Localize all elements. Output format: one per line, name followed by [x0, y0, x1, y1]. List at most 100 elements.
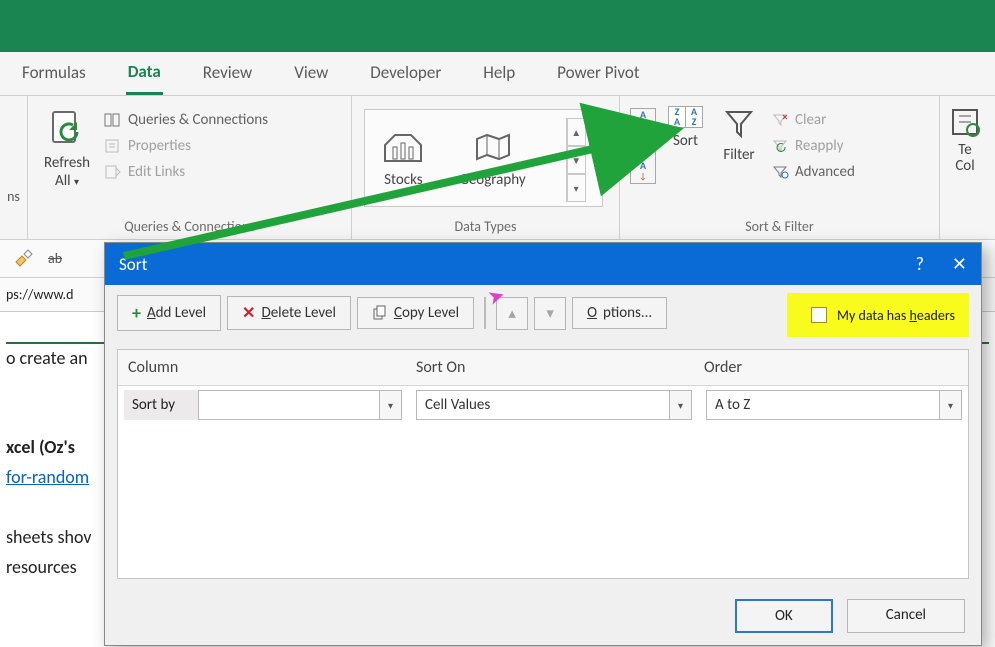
text-to-cols-line2: Col	[955, 157, 974, 175]
clear-icon	[771, 113, 789, 127]
chevron-down-icon: ▾	[546, 304, 554, 323]
dialog-title: Sort	[119, 254, 147, 275]
group-sortfilter-label: Sort & Filter	[630, 214, 929, 237]
clear-button[interactable]: Clear	[767, 108, 859, 132]
headers-highlight: My data has headers	[787, 293, 969, 337]
refresh-icon	[45, 106, 89, 150]
queries-connections-label: Queries & Connections	[128, 111, 268, 129]
separator	[484, 297, 486, 329]
tab-powerpivot[interactable]: Power Pivot	[555, 54, 641, 93]
text-to-columns-icon	[949, 106, 981, 138]
copy-icon	[372, 305, 388, 321]
group-datatypes-label: Data Types	[362, 214, 609, 237]
datatypes-gallery[interactable]: Stocks Geography ▲ ▼ ▾	[364, 109, 602, 207]
tab-review[interactable]: Review	[201, 54, 254, 93]
order-combo[interactable]: A to Z ▾	[706, 390, 962, 420]
cell-link[interactable]: for-random	[6, 466, 89, 488]
plus-icon: +	[132, 302, 141, 324]
advanced-label: Advanced	[795, 163, 855, 181]
clear-label: Clear	[795, 111, 826, 129]
gallery-down-button[interactable]: ▼	[567, 146, 586, 174]
reapply-label: Reapply	[795, 137, 844, 155]
formula-text: ps://www.d	[6, 286, 73, 303]
dialog-titlebar[interactable]: Sort ? ✕	[105, 243, 981, 285]
filter-label: Filter	[723, 146, 754, 164]
x-icon: ✕	[242, 303, 255, 323]
tab-data[interactable]: Data	[126, 53, 163, 95]
move-down-button[interactable]: ▾	[534, 297, 566, 330]
ribbon: ns Refresh All ▾	[0, 96, 995, 240]
gallery-more-button[interactable]: ▾	[567, 174, 586, 202]
tab-help[interactable]: Help	[481, 54, 517, 93]
sort-button[interactable]: ZA AZ Sort	[662, 102, 709, 154]
filter-button[interactable]: Filter	[715, 102, 763, 168]
properties-icon	[104, 138, 122, 154]
stocks-item[interactable]: Stocks	[381, 131, 425, 189]
edit-links-button[interactable]: Edit Links	[100, 160, 272, 184]
ribbon-group-queries: Refresh All ▾ Queries & Connections Prop…	[28, 96, 352, 239]
sort-label: Sort	[673, 132, 698, 150]
properties-label: Properties	[128, 137, 191, 155]
tab-developer[interactable]: Developer	[368, 54, 443, 93]
tab-formulas[interactable]: Formulas	[20, 54, 88, 93]
tab-view[interactable]: View	[292, 54, 330, 93]
cancel-button[interactable]: Cancel	[847, 599, 965, 633]
app-titlebar	[0, 0, 995, 52]
cell-text-4: resources	[6, 556, 77, 578]
edit-links-label: Edit Links	[128, 163, 185, 181]
chevron-down-icon: ▾	[669, 391, 691, 419]
ribbon-group-sortfilter: AZ ↓ ZA ↓ ZA AZ Sort	[620, 96, 940, 239]
cell-text-2a: xcel (Oz's	[6, 436, 75, 458]
queries-connections-button[interactable]: Queries & Connections	[100, 108, 272, 132]
ribbon-tabs: Formulas Data Review View Developer Help…	[0, 52, 995, 96]
col-header-sorton: Sort On	[406, 350, 694, 385]
reapply-button[interactable]: Reapply	[767, 134, 859, 158]
sort-asc-button[interactable]: AZ ↓	[630, 108, 656, 143]
sortby-label: Sort by	[124, 390, 198, 420]
options-button[interactable]: Options...	[572, 297, 667, 329]
headers-label: My data has headers	[837, 307, 955, 324]
headers-checkbox[interactable]	[811, 307, 827, 323]
cell-text-3: sheets shov	[6, 526, 92, 548]
properties-button[interactable]: Properties	[100, 134, 272, 158]
advanced-button[interactable]: Advanced	[767, 160, 859, 184]
chevron-down-icon: ▾	[939, 391, 961, 419]
group-queries-label: Queries & Connections	[38, 214, 341, 237]
help-icon[interactable]: ?	[916, 253, 924, 275]
sort-icon: ZA AZ	[668, 106, 703, 128]
geography-icon	[471, 131, 515, 165]
dropdown-caret-icon: ▾	[74, 175, 79, 188]
chevron-up-icon: ▴	[508, 304, 516, 323]
sort-desc-button[interactable]: ZA ↓	[630, 149, 656, 184]
ribbon-group-textcolumns: Te Col	[940, 96, 990, 239]
sortby-combo[interactable]: ▾	[198, 390, 402, 420]
sort-dialog: Sort ? ✕ + Add Level ✕ Delete Level Copy…	[104, 242, 982, 646]
text-to-columns-button[interactable]: Te Col	[943, 102, 987, 178]
funnel-icon	[721, 106, 757, 142]
geography-label: Geography	[459, 171, 525, 189]
order-value: A to Z	[715, 396, 750, 414]
ok-button[interactable]: OK	[735, 599, 833, 633]
strikethrough-icon[interactable]: ab	[48, 250, 62, 267]
col-header-column: Column	[118, 350, 406, 385]
edit-links-icon	[104, 164, 122, 180]
close-icon[interactable]: ✕	[952, 253, 967, 275]
stocks-icon	[381, 131, 425, 165]
geography-item[interactable]: Geography	[459, 131, 525, 189]
sorton-combo[interactable]: Cell Values ▾	[416, 390, 692, 420]
cell-text-1: o create an	[6, 347, 88, 369]
refresh-all-button[interactable]: Refresh All ▾	[38, 102, 96, 195]
advanced-icon	[771, 165, 789, 179]
ribbon-group-datatypes: Stocks Geography ▲ ▼ ▾ Data Types	[352, 96, 620, 239]
refresh-all-label2: All	[55, 172, 71, 190]
sorton-value: Cell Values	[425, 396, 490, 414]
delete-level-button[interactable]: ✕ Delete Level	[227, 296, 351, 330]
format-painter-icon[interactable]	[12, 248, 34, 270]
gallery-up-button[interactable]: ▲	[567, 118, 586, 146]
chevron-down-icon: ▾	[379, 391, 401, 419]
ribbon-left-fragment: ns	[0, 96, 28, 239]
copy-level-button[interactable]: Copy Level	[357, 297, 474, 329]
reapply-icon	[771, 139, 789, 153]
queries-icon	[104, 112, 122, 128]
add-level-button[interactable]: + Add Level	[117, 295, 221, 331]
